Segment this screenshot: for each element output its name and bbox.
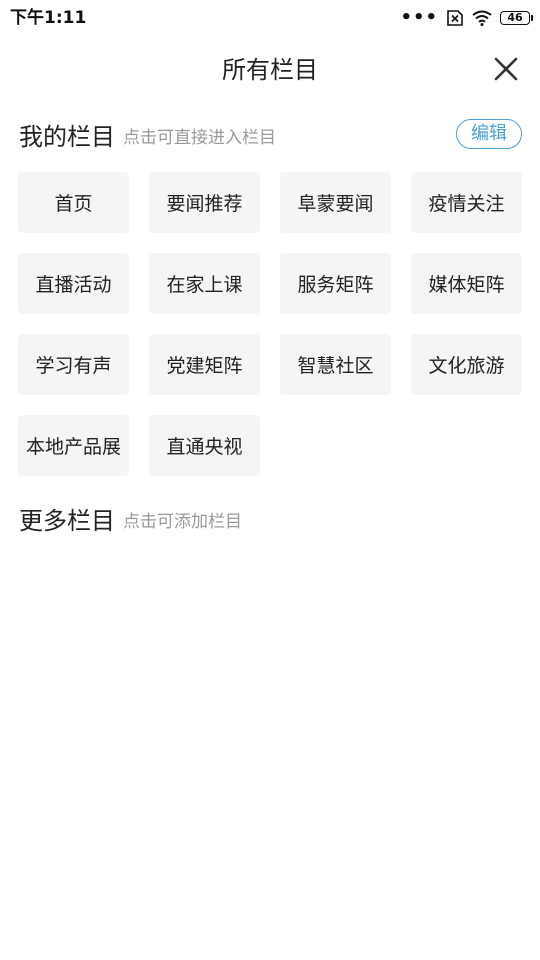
my-channels-hint: 点击可直接进入栏目	[123, 128, 276, 148]
all-channels-screen: 下午1:11 ••• 46 所有栏目 我的栏目 点击可直接进入栏目 编辑 首页 …	[0, 0, 540, 960]
edit-button[interactable]: 编辑	[456, 119, 522, 149]
header: 所有栏目	[0, 42, 540, 98]
channel-item[interactable]: 要闻推荐	[149, 172, 260, 233]
channel-item[interactable]: 媒体矩阵	[411, 253, 522, 314]
battery-level: 46	[507, 11, 523, 24]
wifi-icon	[472, 10, 492, 26]
my-channels-title: 我的栏目	[19, 123, 115, 151]
channel-item[interactable]: 疫情关注	[411, 172, 522, 233]
channel-item[interactable]: 本地产品展	[18, 415, 129, 476]
my-channels-grid: 首页 要闻推荐 阜蒙要闻 疫情关注 直播活动 在家上课 服务矩阵 媒体矩阵 学习…	[18, 172, 522, 476]
channel-item[interactable]: 学习有声	[18, 334, 129, 395]
more-channels-hint: 点击可添加栏目	[123, 512, 242, 532]
channel-item[interactable]: 服务矩阵	[280, 253, 391, 314]
channel-item[interactable]: 党建矩阵	[149, 334, 260, 395]
page-title: 所有栏目	[222, 56, 318, 84]
my-channels-heading: 我的栏目 点击可直接进入栏目	[19, 118, 276, 152]
channel-item[interactable]: 文化旅游	[411, 334, 522, 395]
close-button[interactable]	[492, 55, 520, 83]
status-icons: ••• 46	[400, 7, 533, 28]
channel-item[interactable]: 首页	[18, 172, 129, 233]
status-time: 下午1:11	[10, 8, 87, 28]
channel-item[interactable]: 直通央视	[149, 415, 260, 476]
more-dots-icon: •••	[400, 7, 438, 28]
channel-item[interactable]: 直播活动	[18, 253, 129, 314]
no-sim-icon	[446, 10, 464, 26]
status-bar: 下午1:11 ••• 46	[0, 0, 540, 36]
more-channels-title: 更多栏目	[19, 507, 115, 535]
close-icon	[494, 57, 518, 81]
channel-item[interactable]: 阜蒙要闻	[280, 172, 391, 233]
more-channels-heading: 更多栏目 点击可添加栏目	[19, 502, 242, 536]
battery-icon: 46	[500, 11, 533, 25]
channel-item[interactable]: 在家上课	[149, 253, 260, 314]
channel-item[interactable]: 智慧社区	[280, 334, 391, 395]
